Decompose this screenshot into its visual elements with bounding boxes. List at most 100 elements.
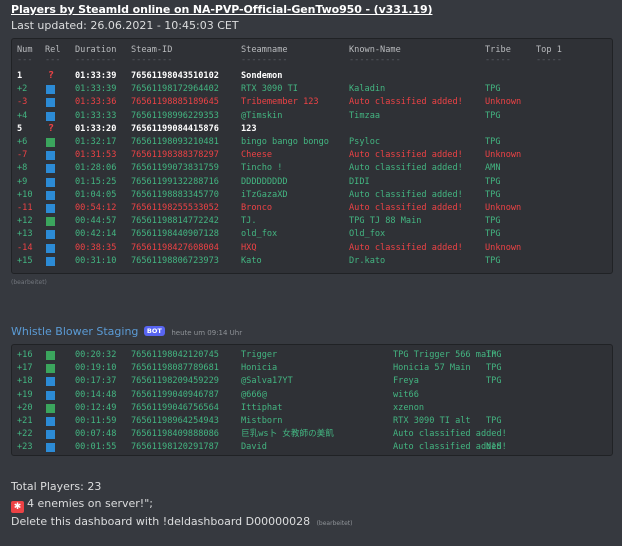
cell-num: +13 [17,229,33,240]
cell-num: +10 [17,189,33,200]
blue-square-icon [46,377,55,387]
cell-name: Tribemember 123 [241,97,319,108]
cell-name: RTX 3090 TI [241,84,298,95]
dashboard-title-link[interactable]: Players by SteamId online on NA-PVP-Offi… [11,3,433,16]
cell-num: 5 [17,123,23,134]
cell-steamid: 76561198885189645 [131,97,219,108]
divider-dashes: -------- [131,55,173,65]
cell-steamid: 76561198409888086 [131,429,219,440]
blue-square-icon [46,190,55,200]
blue-square-icon [46,430,55,440]
cell-duration: 00:17:37 [75,376,117,387]
cell-name: bingo bango bongo [241,137,329,147]
cell-known: Auto classified added! [393,429,507,440]
delete-instruction: Delete this dashboard with !deldashboard… [11,513,352,532]
cell-tribe: TPG [485,176,501,187]
cell-known: Auto classified added! [349,163,463,174]
cell-name: 123 [241,123,257,134]
cell-known: Auto classified added! [349,97,463,108]
divider-dashes: ----- [536,55,562,65]
last-updated-text: Last updated: 26.06.2021 - 10:45:03 CET [11,19,239,32]
divider-dashes: ---------- [349,55,401,65]
enemies-line: ✱ 4 enemies on server!"; [11,495,352,513]
cell-duration: 01:04:05 [75,189,117,200]
cell-duration: 00:12:49 [75,402,117,413]
edited-label: (bearbeitet) [11,279,47,286]
cell-tribe: TPG [485,189,501,200]
message-header: Players by SteamId online on NA-PVP-Offi… [11,3,433,32]
cell-steamid: 76561198209459229 [131,376,219,387]
player-table-codeblock: Num Rel Duration Steam-ID Steamname Known-Nam… [11,38,613,274]
cell-num: +17 [17,363,33,374]
cell-steamid: 76561198996229353 [131,110,219,121]
cell-known: Auto classified added! [349,203,463,213]
cell-num: -14 [17,242,33,253]
cell-tribe: Unknown [485,203,522,213]
cell-known: Old_fox [349,229,386,240]
cell-duration: 00:44:57 [75,216,117,227]
cell-name: Kato [241,255,262,266]
bot-badge: BOT [143,326,165,336]
cell-tribe: TPG [485,229,501,240]
cell-num: +20 [17,402,33,413]
cell-num: -11 [17,203,33,213]
cell-known: Psyloc [349,137,381,147]
cell-steamid: 76561198883345770 [131,189,219,200]
blue-square-icon [46,417,55,426]
cell-name: Mistborn [241,416,283,426]
cell-name: @Timskin [241,110,283,121]
divider-dashes: --- [17,55,33,65]
cell-duration: 01:31:53 [75,150,117,161]
cell-steamid: 76561198440907128 [131,229,219,240]
cell-steamid: 76561198172964402 [131,84,219,95]
cell-num: +2 [17,84,28,95]
player-table-codeblock-2: +16 00:20:32 76561198042120745 Trigger TPG T… [11,344,613,456]
divider-dashes: --- [45,55,61,65]
cell-name: 巨乳ws卜 女教師の美飢 [241,429,334,440]
cell-known: Auto classified added! [349,189,463,200]
cell-num: +23 [17,442,33,453]
cell-steamid: 76561198093210481 [131,137,219,147]
cell-num: +21 [17,416,33,426]
cell-known: Honicia 57 Main [393,363,471,374]
cell-name: @666@ [241,389,267,400]
cell-num: -3 [17,97,28,108]
cell-name: Honicia [241,363,278,374]
cell-steamid: 76561199073831759 [131,163,219,174]
cell-duration: 00:42:14 [75,229,117,240]
cell-duration: 00:07:48 [75,429,117,440]
blue-square-icon [46,230,55,240]
blue-square-icon [46,98,55,108]
cell-steamid: 76561198255533052 [131,203,219,213]
blue-square-icon [46,390,55,400]
cell-name: Ittiphat [241,402,283,413]
cell-duration: 00:54:12 [75,203,117,213]
cell-tribe: TPG [486,416,502,426]
cell-steamid: 76561198964254943 [131,416,219,426]
green-square-icon [46,217,55,227]
author-name[interactable]: Whistle Blower Staging [11,325,138,338]
cell-known: RTX 3090 TI alt [393,416,471,426]
enemies-text: 4 enemies on server!"; [27,497,153,510]
message-author-row: Whistle Blower Staging BOT heute um 09:1… [11,325,242,338]
cell-duration: 00:01:55 [75,442,117,453]
cell-duration: 01:33:20 [75,123,117,134]
green-square-icon [46,364,55,374]
cell-steamid: 76561199084415876 [131,123,219,134]
unknown-relation-icon: ? [48,70,55,81]
divider-dashes: --------- [241,55,288,65]
blue-square-icon [46,256,55,266]
cell-duration: 01:28:06 [75,163,117,174]
cell-num: +19 [17,389,33,400]
cell-num: +15 [17,255,33,266]
cell-name: Bronco [241,203,273,213]
cell-duration: 00:19:10 [75,363,117,374]
blue-square-icon [46,151,55,161]
unknown-relation-icon: ? [48,122,55,134]
cell-duration: 01:33:39 [75,71,117,81]
blue-square-icon [46,204,55,213]
cell-name: HXQ [241,242,257,253]
blue-square-icon [46,164,55,174]
cell-steamid: 76561199132288716 [131,176,219,187]
green-square-icon [46,138,55,147]
